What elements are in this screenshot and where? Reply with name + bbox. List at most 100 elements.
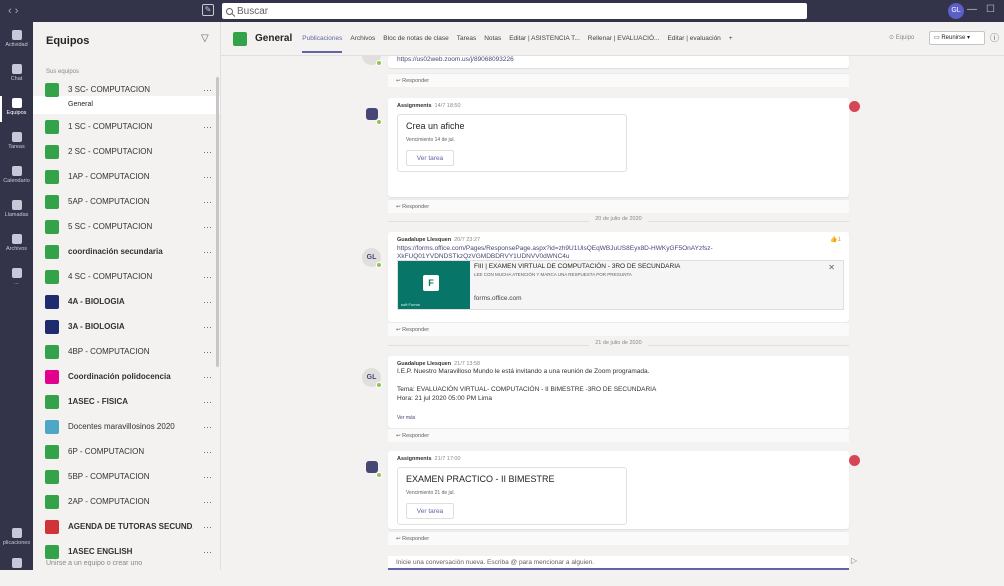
- team-item[interactable]: 5AP - COMPUTACION ···: [33, 189, 220, 214]
- status-icon: [376, 472, 382, 478]
- rail-item[interactable]: Llamadas: [0, 194, 33, 228]
- info-icon[interactable]: ⓘ: [990, 31, 999, 44]
- team-item[interactable]: 1 SC - COMPUTACION ···: [33, 114, 220, 139]
- channel-tab[interactable]: Archivos: [350, 35, 375, 42]
- team-icon: [45, 219, 59, 234]
- more-options-icon[interactable]: ···: [203, 222, 212, 232]
- team-item[interactable]: 5 SC - COMPUTACION ···: [33, 214, 220, 239]
- more-options-icon[interactable]: ···: [203, 397, 212, 407]
- reply-button[interactable]: ↩ Responder: [388, 322, 849, 336]
- team-item[interactable]: 2AP - COMPUTACION ···: [33, 489, 220, 514]
- meet-button[interactable]: ▭ Reunirse ▾: [929, 31, 985, 45]
- compose-input[interactable]: Inicie una conversación nueva. Escriba @…: [388, 556, 849, 570]
- rail-label: ...: [14, 280, 19, 286]
- rail-label: Calendario: [3, 178, 30, 184]
- assignments-icon: [11, 132, 22, 142]
- like-count[interactable]: 👍1: [830, 236, 841, 243]
- team-item[interactable]: 4 SC - COMPUTACION ···: [33, 264, 220, 289]
- team-item[interactable]: 5BP - COMPUTACION ···: [33, 464, 220, 489]
- reply-button[interactable]: ↩ Responder: [388, 73, 849, 87]
- search-input[interactable]: Buscar: [222, 3, 807, 19]
- minimize-icon[interactable]: —: [967, 4, 977, 15]
- more-options-icon[interactable]: ···: [203, 85, 212, 95]
- join-team-link[interactable]: Unirse a un equipo o crear uno: [46, 560, 142, 567]
- new-chat-icon[interactable]: ✎: [202, 4, 214, 16]
- rail-label: Equipos: [6, 110, 27, 116]
- message-text: Tema: EVALUACIÓN VIRTUAL- COMPUTACIÓN - …: [397, 386, 657, 393]
- channel-tab[interactable]: +: [729, 35, 733, 42]
- see-more-link[interactable]: Ver más: [397, 414, 415, 423]
- more-options-icon[interactable]: ···: [203, 472, 212, 482]
- team-item[interactable]: Docentes maravillosinos 2020 ···: [33, 414, 220, 439]
- more-options-icon[interactable]: ···: [203, 522, 212, 532]
- team-item[interactable]: 6P - COMPUTACION ···: [33, 439, 220, 464]
- more-options-icon[interactable]: ···: [203, 547, 212, 557]
- reaction-icon[interactable]: [849, 455, 860, 466]
- team-item[interactable]: 3A - BIOLOGIA ···: [33, 314, 220, 339]
- more-options-icon[interactable]: ···: [203, 197, 212, 207]
- more-options-icon[interactable]: ···: [203, 422, 212, 432]
- channel-tab[interactable]: Publicaciones: [302, 35, 342, 42]
- close-icon[interactable]: ✕: [828, 263, 835, 272]
- send-icon[interactable]: ▷: [851, 556, 857, 565]
- more-options-icon[interactable]: ···: [203, 172, 212, 182]
- channel-tab[interactable]: Bloc de notas de clase: [383, 35, 448, 42]
- team-item[interactable]: coordinación secundaria ···: [33, 239, 220, 264]
- link-preview[interactable]: F soft Forms FIII | EXAMEN VIRTUAL DE CO…: [397, 260, 844, 310]
- rail-item[interactable]: Actividad: [0, 24, 33, 58]
- maximize-icon[interactable]: ☐: [986, 4, 995, 15]
- more-options-icon[interactable]: ···: [203, 272, 212, 282]
- view-assignment-button[interactable]: Ver tarea: [406, 503, 454, 519]
- reply-button[interactable]: ↩ Responder: [388, 428, 849, 442]
- channel-tab[interactable]: Editar | ASISTENCIA T...: [509, 35, 580, 42]
- rail-item[interactable]: ...: [0, 262, 33, 296]
- team-item[interactable]: 1ASEC - FISICA ···: [33, 389, 220, 414]
- zoom-link[interactable]: https://us02web.zoom.us/j/89068093226: [397, 56, 514, 65]
- scrollbar[interactable]: [216, 77, 219, 367]
- team-name: 4A - BIOLOGIA: [68, 297, 125, 306]
- more-options-icon[interactable]: ···: [203, 122, 212, 132]
- team-item[interactable]: Coordinación polidocencia ···: [33, 364, 220, 389]
- view-assignment-button[interactable]: Ver tarea: [406, 150, 454, 166]
- rail-item[interactable]: Tareas: [0, 126, 33, 160]
- team-icon: [45, 419, 59, 434]
- apps-icon: [11, 528, 22, 538]
- reaction-icon[interactable]: [849, 101, 860, 112]
- channel-header: General Publicaciones Archivos Bloc de not…: [221, 22, 1004, 56]
- more-options-icon[interactable]: ···: [203, 297, 212, 307]
- channel-tab[interactable]: Editar | evaluación: [667, 35, 720, 42]
- rail-item[interactable]: Archivos: [0, 228, 33, 262]
- more-options-icon[interactable]: ···: [203, 247, 212, 257]
- team-item[interactable]: AGENDA DE TUTORAS SECUNDARIA ···: [33, 514, 220, 539]
- rail-item[interactable]: Equipos: [0, 92, 33, 126]
- more-options-icon[interactable]: ···: [203, 447, 212, 457]
- more-options-icon[interactable]: ···: [203, 497, 212, 507]
- reply-button[interactable]: ↩ Responder: [388, 199, 849, 213]
- channel-tab[interactable]: Tareas: [457, 35, 477, 42]
- channel-tab[interactable]: Notas: [484, 35, 501, 42]
- rail-item[interactable]: plicaciones: [0, 522, 33, 556]
- team-label[interactable]: ⊙ Equipo: [889, 34, 914, 41]
- more-options-icon[interactable]: ···: [203, 147, 212, 157]
- reply-button[interactable]: ↩ Responder: [388, 531, 849, 545]
- chat-icon: [11, 64, 22, 74]
- user-avatar[interactable]: GL: [948, 3, 964, 19]
- team-item[interactable]: 4BP - COMPUTACION ···: [33, 339, 220, 364]
- date-separator: 20 de julio de 2020: [388, 216, 849, 226]
- team-item[interactable]: 1AP - COMPUTACION ···: [33, 164, 220, 189]
- nav-arrows[interactable]: ‹ ›: [8, 5, 208, 17]
- team-item[interactable]: 2 SC - COMPUTACION ···: [33, 139, 220, 164]
- filter-icon[interactable]: ▽: [201, 33, 209, 44]
- rail-item[interactable]: [0, 552, 33, 586]
- team-item[interactable]: 4A - BIOLOGIA ···: [33, 289, 220, 314]
- team-item[interactable]: 3 SC- COMPUTACION ···: [33, 77, 220, 102]
- app-rail: Actividad Chat Equipos Tareas Calendario Llam…: [0, 22, 33, 570]
- more-options-icon[interactable]: ···: [203, 347, 212, 357]
- channel-tab[interactable]: Rellenar | EVALUACIÓ...: [588, 35, 660, 42]
- more-options-icon[interactable]: ···: [203, 322, 212, 332]
- rail-item[interactable]: Calendario: [0, 160, 33, 194]
- rail-item[interactable]: Chat: [0, 58, 33, 92]
- team-icon: [45, 194, 59, 209]
- forms-app-label: soft Forms: [401, 302, 420, 307]
- more-options-icon[interactable]: ···: [203, 372, 212, 382]
